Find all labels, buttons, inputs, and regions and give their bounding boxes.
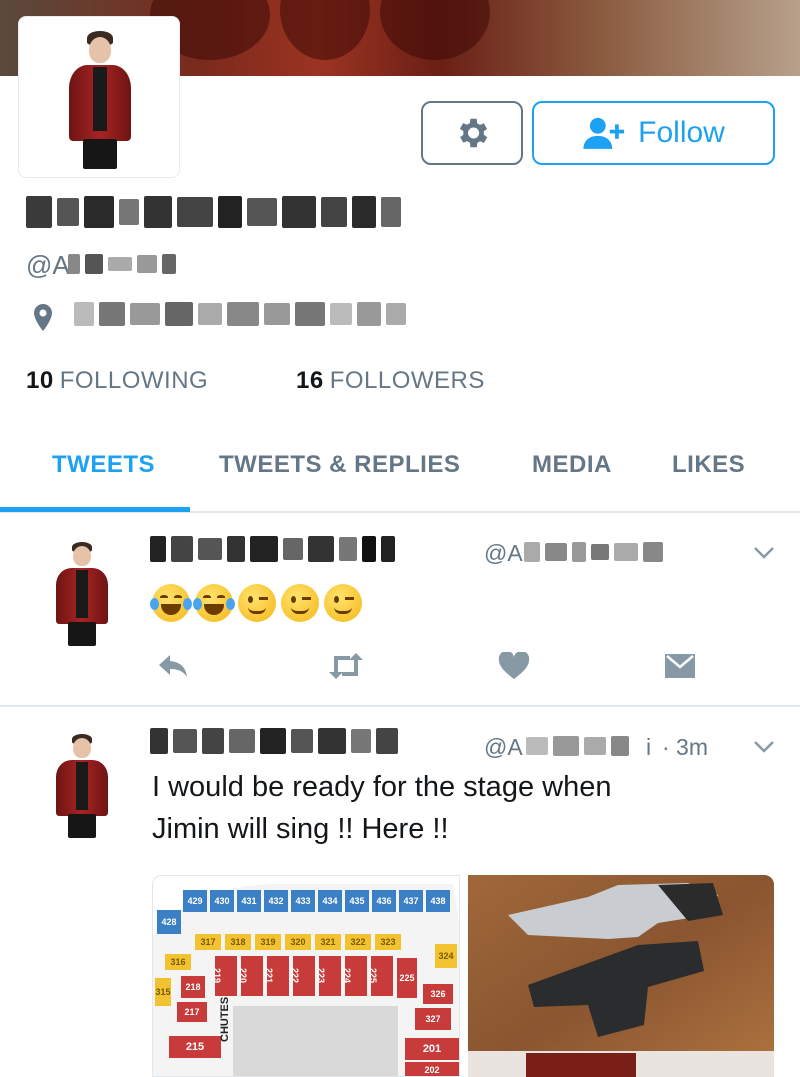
seat-label: 326 bbox=[423, 984, 453, 1004]
gear-icon bbox=[459, 118, 488, 148]
tweet-text-line2: Jimin will sing !! Here !! bbox=[152, 813, 449, 845]
seat-label: 315 bbox=[155, 978, 171, 1006]
seat-label: 202 bbox=[405, 1062, 459, 1076]
seat-label: 327 bbox=[415, 1008, 451, 1030]
following-label: FOLLOWING bbox=[59, 367, 209, 394]
tweet-time[interactable]: · 3m bbox=[662, 734, 708, 761]
seat-label: 218 bbox=[181, 976, 205, 998]
tab-tweets[interactable]: TWEETS bbox=[52, 451, 155, 479]
location-pin-icon bbox=[34, 304, 52, 331]
settings-button[interactable] bbox=[421, 101, 523, 165]
tears-of-joy-emoji bbox=[150, 584, 192, 622]
seat-label: 430 bbox=[210, 890, 234, 912]
seat-label: 225 bbox=[368, 956, 393, 996]
tweet-handle-redacted bbox=[526, 736, 629, 756]
seat-label: 323 bbox=[375, 934, 401, 950]
seat-row-200: 219 220 221 222 223 224 225 bbox=[212, 956, 393, 996]
chevron-down-icon[interactable] bbox=[752, 739, 776, 755]
tweet-handle-suffix: i bbox=[646, 734, 652, 760]
tab-tweets-replies[interactable]: TWEETS & REPLIES bbox=[219, 451, 460, 479]
tweet-media-seating-chart[interactable]: 429 430 431 432 433 434 435 436 437 438 317 318 319… bbox=[152, 875, 460, 1077]
seat-label: 201 bbox=[405, 1038, 459, 1060]
tab-likes[interactable]: LIKES bbox=[672, 451, 745, 479]
display-name-redacted bbox=[26, 196, 401, 228]
following-count: 10 bbox=[26, 367, 54, 394]
profile-tabs: TWEETS TWEETS & REPLIES MEDIA LIKES bbox=[0, 445, 800, 513]
follow-button[interactable]: Follow bbox=[532, 101, 775, 165]
profile-handle: @A bbox=[26, 250, 70, 280]
tweet-handle-redacted bbox=[524, 542, 663, 562]
seat-label: 318 bbox=[225, 934, 251, 950]
tweet-handle[interactable]: @A bbox=[484, 734, 523, 761]
retweet-icon[interactable] bbox=[326, 652, 366, 680]
like-icon[interactable] bbox=[498, 652, 530, 680]
message-icon[interactable] bbox=[664, 652, 696, 680]
tab-media[interactable]: MEDIA bbox=[532, 451, 612, 479]
seat-label: 319 bbox=[255, 934, 281, 950]
seat-label: 225 bbox=[397, 958, 417, 998]
winking-face-emoji bbox=[281, 584, 319, 622]
tears-of-joy-emoji bbox=[193, 584, 235, 622]
tweet-handle[interactable]: @A bbox=[484, 540, 523, 567]
followers-stat[interactable]: 16 FOLLOWERS bbox=[296, 367, 485, 395]
tweet-author-redacted[interactable] bbox=[150, 728, 398, 754]
tweet-avatar[interactable] bbox=[46, 540, 118, 648]
followers-label: FOLLOWERS bbox=[329, 367, 485, 394]
seat-label: 428 bbox=[157, 910, 181, 934]
photo-graphic bbox=[468, 875, 774, 1077]
seat-label: 433 bbox=[291, 890, 315, 912]
tweet-avatar[interactable] bbox=[46, 732, 118, 840]
seat-label: 436 bbox=[372, 890, 396, 912]
tweet-author-redacted[interactable] bbox=[150, 536, 395, 562]
chutes-label: CHUTES bbox=[219, 996, 231, 1042]
reply-icon[interactable] bbox=[156, 652, 190, 680]
seat-label: 437 bbox=[399, 890, 423, 912]
seat-row-300: 317 318 319 320 321 322 323 bbox=[195, 934, 401, 950]
tweet-divider bbox=[0, 705, 800, 707]
seat-label: 320 bbox=[285, 934, 311, 950]
seat-label: 215 bbox=[169, 1036, 221, 1058]
seat-label: 317 bbox=[195, 934, 221, 950]
avatar-figure bbox=[65, 31, 135, 177]
tweet-media-photo[interactable] bbox=[468, 875, 774, 1077]
seat-label: 217 bbox=[177, 1002, 207, 1022]
follow-label: Follow bbox=[638, 116, 725, 149]
seat-label: 324 bbox=[435, 944, 457, 968]
location-redacted bbox=[74, 302, 406, 326]
seat-label: 321 bbox=[315, 934, 341, 950]
seat-row-400: 429 430 431 432 433 434 435 436 437 438 bbox=[183, 890, 450, 912]
seat-label: 434 bbox=[318, 890, 342, 912]
seat-label: 429 bbox=[183, 890, 207, 912]
seat-label: 322 bbox=[345, 934, 371, 950]
followers-count: 16 bbox=[296, 367, 324, 394]
add-user-icon bbox=[583, 117, 625, 149]
handle-redacted bbox=[68, 254, 176, 274]
winking-face-emoji bbox=[324, 584, 362, 622]
seat-label: 432 bbox=[264, 890, 288, 912]
seat-label: 316 bbox=[165, 954, 191, 970]
following-stat[interactable]: 10 FOLLOWING bbox=[26, 367, 208, 395]
chevron-down-icon[interactable] bbox=[752, 545, 776, 561]
profile-avatar[interactable] bbox=[18, 16, 180, 178]
tweet-emojis bbox=[150, 584, 367, 622]
seat-label: 431 bbox=[237, 890, 261, 912]
seat-label: 435 bbox=[345, 890, 369, 912]
tweet-text-line1: I would be ready for the stage when bbox=[152, 771, 612, 803]
winking-face-emoji bbox=[238, 584, 276, 622]
seat-label: 438 bbox=[426, 890, 450, 912]
active-tab-indicator bbox=[0, 507, 190, 512]
